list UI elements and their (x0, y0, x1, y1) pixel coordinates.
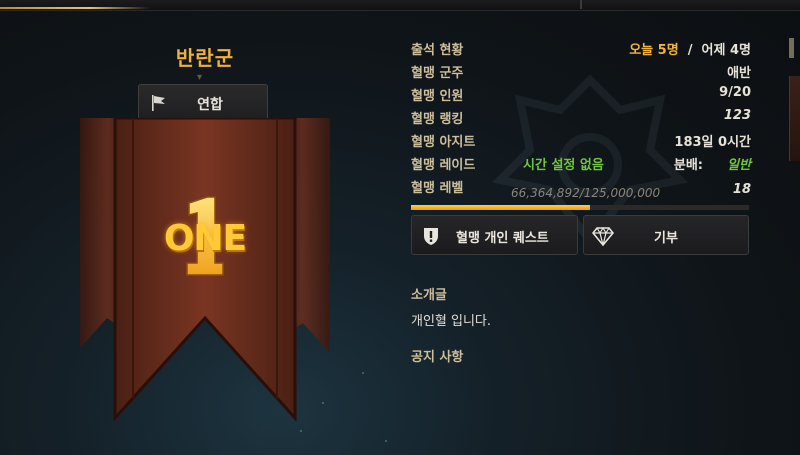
personal-quest-label: 혈맹 개인 퀘스트 (456, 231, 549, 246)
leader-value[interactable]: 애반 (727, 62, 751, 81)
level-label: 혈맹 레벨 (411, 181, 464, 196)
level-row: 혈맹 레벨 66,364,892/125,000,000 18 (411, 175, 751, 200)
side-tab-marker (789, 38, 794, 58)
intro-text: 개인혈 입니다. (411, 314, 492, 329)
hideout-label: 혈맹 아지트 (411, 135, 476, 150)
leader-row: 혈맹 군주 애반 (411, 60, 751, 83)
intro-title: 소개글 (411, 288, 447, 303)
raid-row: 혈맹 레이드 시간 설정 없음 분배: 일반 (411, 152, 751, 175)
hideout-value: 183일 0시간 (674, 135, 751, 150)
members-row: 혈맹 인원 9/20 (411, 83, 751, 106)
attendance-sep: / (687, 43, 693, 58)
ranking-row: 혈맹 랭킹 123 (411, 106, 751, 129)
attendance-today: 오늘 5명 (629, 43, 679, 58)
distribution-value: 일반 (727, 158, 751, 173)
level-value: 18 (732, 182, 751, 197)
side-panel-edge (788, 32, 800, 452)
raid-label: 혈맹 레이드 (411, 158, 476, 173)
rank-text: ONE (163, 218, 247, 259)
tab-separator (580, 0, 582, 9)
distribution-label: 분배: (673, 158, 703, 173)
raid-time-value: 시간 설정 없음 (523, 158, 604, 173)
particle (362, 372, 364, 374)
attendance-yesterday: 어제 4명 (701, 43, 751, 58)
level-exp: 66,364,892/125,000,000 (511, 186, 661, 200)
leader-label: 혈맹 군주 (411, 66, 464, 81)
attendance-value: 오늘 5명 / 어제 4명 (629, 39, 751, 58)
level-progress-bar (411, 205, 749, 210)
level-progress-fill (411, 205, 591, 210)
attendance-row: 출석 현황 오늘 5명 / 어제 4명 (411, 37, 751, 60)
ranking-label: 혈맹 랭킹 (411, 112, 464, 127)
members-value: 9/20 (719, 85, 751, 100)
particle (385, 440, 387, 442)
attendance-label: 출석 현황 (411, 43, 464, 58)
top-tab-bar (0, 0, 800, 11)
personal-quest-button[interactable]: 혈맹 개인 퀘스트 (411, 215, 578, 255)
particle (300, 430, 302, 432)
hideout-row: 혈맹 아지트 183일 0시간 (411, 129, 751, 152)
name-divider-arrow: ▾ (197, 72, 203, 83)
active-tab-indicator[interactable] (0, 7, 150, 9)
donate-label: 기부 (654, 231, 678, 246)
members-label: 혈맹 인원 (411, 89, 464, 104)
particle (322, 402, 324, 404)
ranking-value: 123 (723, 108, 751, 123)
notice-title: 공지 사항 (411, 350, 464, 365)
alliance-label: 연합 (197, 97, 223, 113)
side-tab[interactable] (789, 76, 800, 161)
donate-button[interactable]: 기부 (583, 215, 749, 255)
guild-name: 반란군 (175, 46, 235, 70)
alliance-button[interactable]: 연합 (138, 84, 268, 121)
guild-info-panel: 출석 현황 오늘 5명 / 어제 4명 혈맹 군주 애반 혈맹 인원 9/20 … (411, 37, 751, 200)
